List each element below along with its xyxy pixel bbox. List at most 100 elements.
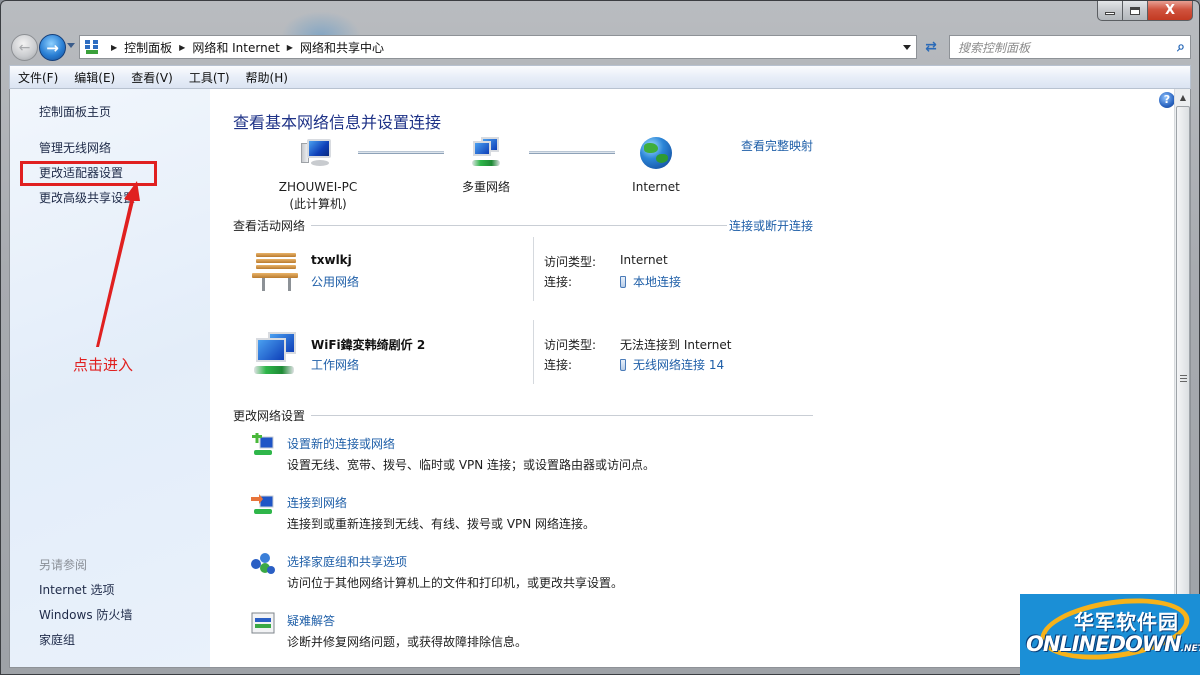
network-item: txwlkj 公用网络 访问类型: Internet 连接: 本地连接 <box>250 237 790 319</box>
control-panel-icon <box>84 39 100 55</box>
breadcrumb-separator-icon[interactable]: ▶ <box>179 43 185 52</box>
computer-sub-label: (此计算机) <box>289 197 347 211</box>
homegroup-sharing-link[interactable]: 选择家庭组和共享选项 <box>287 553 407 570</box>
menu-view[interactable]: 查看(V) <box>131 69 173 86</box>
close-button[interactable]: X <box>1148 1 1193 21</box>
view-full-map-link[interactable]: 查看完整映射 <box>741 137 813 154</box>
network-divider <box>533 320 534 384</box>
network-type-link[interactable]: 公用网络 <box>311 273 359 290</box>
connect-to-network-icon[interactable] <box>250 492 276 518</box>
map-node-multiple-networks[interactable]: 多重网络 <box>446 137 526 196</box>
watermark-logo: 华军软件园 ONLINEDOWN.NET <box>1020 594 1200 675</box>
connection-link[interactable]: 本地连接 <box>620 273 681 290</box>
search-input[interactable]: 搜索控制面板 <box>950 39 1172 56</box>
back-button[interactable]: ← <box>11 34 38 61</box>
map-node-internet[interactable]: Internet <box>616 137 696 196</box>
multiple-networks-label: 多重网络 <box>461 180 510 194</box>
network-divider <box>533 237 534 301</box>
task-description: 连接到或重新连接到无线、有线、拨号或 VPN 网络连接。 <box>287 517 596 531</box>
task-description: 设置无线、宽带、拨号、临时或 VPN 连接；或设置路由器或访问点。 <box>287 458 656 472</box>
title-bar[interactable]: X <box>1 1 1199 61</box>
public-network-bench-icon[interactable] <box>250 249 302 297</box>
internet-label: Internet <box>632 180 680 194</box>
page-title: 查看基本网络信息并设置连接 <box>233 113 442 132</box>
back-arrow-icon: ← <box>18 39 31 56</box>
network-type-link[interactable]: 工作网络 <box>311 356 359 373</box>
breadcrumb-separator-icon[interactable]: ▶ <box>287 43 293 52</box>
task-item: 连接到网络 连接到或重新连接到无线、有线、拨号或 VPN 网络连接。 <box>250 492 810 538</box>
sidebar-windows-firewall[interactable]: Windows 防火墙 <box>39 606 132 623</box>
menu-tools[interactable]: 工具(T) <box>189 69 230 86</box>
change-settings-heading: 更改网络设置 <box>233 407 813 424</box>
access-type-value: Internet <box>620 253 668 267</box>
forward-button[interactable]: → <box>39 34 66 61</box>
sidebar: 控制面板主页 管理无线网络 更改适配器设置 更改高级共享设置 点击进入 另请参阅… <box>10 89 210 667</box>
window: X ← → ▶ 控制面板 ▶ 网络和 Internet ▶ 网络和共享中心 ⇄ … <box>0 0 1200 675</box>
annotation-text: 点击进入 <box>73 356 134 374</box>
troubleshoot-icon[interactable] <box>250 610 276 636</box>
address-bar[interactable]: ▶ 控制面板 ▶ 网络和 Internet ▶ 网络和共享中心 <box>79 35 917 59</box>
see-also-heading: 另请参阅 <box>39 558 88 572</box>
task-description: 访问位于其他网络计算机上的文件和打印机，或更改共享设置。 <box>287 576 624 590</box>
homegroup-icon[interactable] <box>250 551 276 577</box>
sidebar-homegroup[interactable]: 家庭组 <box>39 631 75 648</box>
vertical-scrollbar[interactable]: ▲ <box>1174 89 1190 667</box>
refresh-icon: ⇄ <box>925 39 937 55</box>
scroll-thumb[interactable] <box>1176 106 1190 648</box>
sidebar-internet-options[interactable]: Internet 选项 <box>39 581 114 598</box>
connection-name[interactable]: 无线网络连接 14 <box>633 356 724 373</box>
maximize-button[interactable] <box>1123 1 1148 21</box>
maximize-icon <box>1130 6 1140 15</box>
refresh-button[interactable]: ⇄ <box>919 35 943 59</box>
menu-file[interactable]: 文件(F) <box>18 69 58 86</box>
breadcrumb-network-internet[interactable]: 网络和 Internet <box>192 39 279 56</box>
globe-icon <box>640 137 672 169</box>
watermark-brand: ONLINEDOWN <box>1026 632 1182 656</box>
search-box[interactable]: 搜索控制面板 ⌕ <box>949 35 1191 59</box>
watermark-en-text: ONLINEDOWN.NET <box>1026 632 1200 656</box>
access-type-label: 访问类型: <box>544 255 597 269</box>
network-name: txwlkj <box>311 253 352 267</box>
access-type-value: 无法连接到 Internet <box>620 338 732 352</box>
computer-icon <box>301 137 335 169</box>
new-connection-icon[interactable] <box>250 433 276 459</box>
wireless-adapter-icon <box>620 358 626 371</box>
scroll-grip-icon <box>1180 375 1187 382</box>
connection-link[interactable]: 无线网络连接 14 <box>620 356 724 373</box>
map-node-this-computer[interactable]: ZHOUWEI-PC (此计算机) <box>258 137 378 213</box>
computer-name: ZHOUWEI-PC <box>278 180 358 194</box>
breadcrumb-separator-icon[interactable]: ▶ <box>111 43 117 52</box>
troubleshoot-link[interactable]: 疑难解答 <box>287 612 335 629</box>
menu-bar: 文件(F) 编辑(E) 查看(V) 工具(T) 帮助(H) <box>9 65 1191 89</box>
forward-arrow-icon: → <box>46 38 59 57</box>
setup-new-connection-link[interactable]: 设置新的连接或网络 <box>287 435 395 452</box>
connect-to-network-link[interactable]: 连接到网络 <box>287 494 347 511</box>
breadcrumb-control-panel[interactable]: 控制面板 <box>124 39 172 56</box>
close-icon: X <box>1164 3 1176 18</box>
connection-label: 连接: <box>544 275 573 289</box>
connection-name[interactable]: 本地连接 <box>633 273 681 290</box>
task-description: 诊断并修复网络问题，或获得故障排除信息。 <box>287 635 528 649</box>
navigation-row: ← → ▶ 控制面板 ▶ 网络和 Internet ▶ 网络和共享中心 ⇄ 搜索… <box>1 31 1199 63</box>
menu-edit[interactable]: 编辑(E) <box>74 69 115 86</box>
section-divider <box>311 415 813 416</box>
window-controls: X <box>1097 1 1193 21</box>
network-item: WiFi鍏変韩绮剧伒 2 工作网络 访问类型: 无法连接到 Internet 连… <box>250 320 790 402</box>
work-network-icon[interactable] <box>250 332 302 380</box>
annotation-arrow-icon <box>96 181 140 347</box>
access-type-label: 访问类型: <box>544 338 597 352</box>
help-icon[interactable]: ? <box>1159 92 1175 108</box>
breadcrumb-network-sharing-center[interactable]: 网络和共享中心 <box>300 39 384 56</box>
address-dropdown-icon[interactable] <box>903 45 911 50</box>
scroll-up-arrow-icon[interactable]: ▲ <box>1175 89 1190 106</box>
menu-help[interactable]: 帮助(H) <box>246 69 288 86</box>
map-connector-line <box>529 151 615 154</box>
watermark-tld: .NET <box>1180 644 1200 654</box>
search-icon[interactable]: ⌕ <box>1172 39 1190 55</box>
recent-pages-dropdown[interactable] <box>67 43 75 48</box>
minimize-button[interactable] <box>1097 1 1123 21</box>
connect-disconnect-link[interactable]: 连接或断开连接 <box>729 217 813 234</box>
content-area: 控制面板主页 管理无线网络 更改适配器设置 更改高级共享设置 点击进入 另请参阅… <box>9 89 1191 668</box>
task-item: 设置新的连接或网络 设置无线、宽带、拨号、临时或 VPN 连接；或设置路由器或访… <box>250 433 810 479</box>
task-item: 疑难解答 诊断并修复网络问题，或获得故障排除信息。 <box>250 610 810 656</box>
